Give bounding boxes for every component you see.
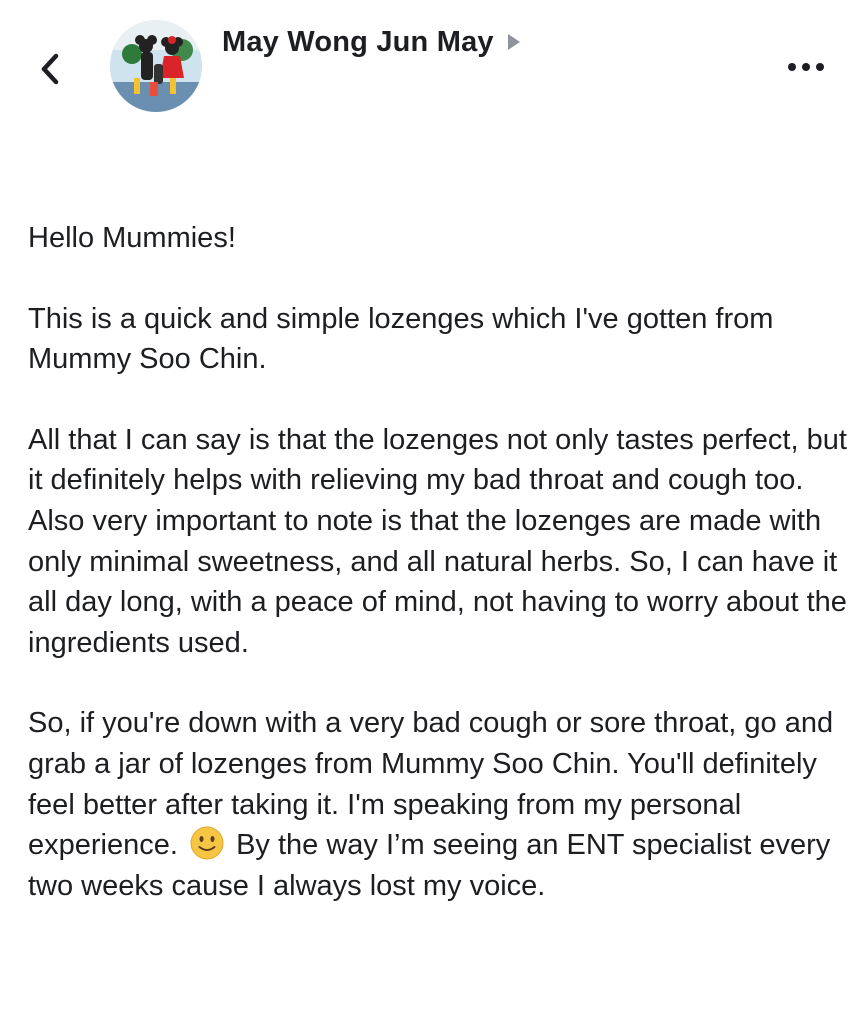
author-row: May Wong Jun May	[222, 22, 522, 62]
post-paragraph-2: All that I can say is that the lozenges …	[28, 423, 847, 659]
more-options-button[interactable]	[780, 52, 832, 82]
post-greeting: Hello Mummies!	[28, 222, 236, 254]
post-header: May Wong Jun May	[0, 0, 862, 140]
back-button[interactable]	[28, 42, 72, 96]
triangle-right-icon	[506, 32, 522, 52]
more-dots-icon	[788, 63, 824, 71]
profile-photo	[110, 20, 202, 112]
slightly-smiling-face-icon	[190, 826, 224, 860]
post-paragraph-1: This is a quick and simple lozenges whic…	[28, 302, 774, 376]
post-paragraph-3: So, if you're down with a very bad cough…	[28, 703, 848, 906]
chevron-left-icon	[41, 53, 59, 85]
avatar[interactable]	[110, 20, 202, 112]
post-body: Hello Mummies! This is a quick and simpl…	[28, 218, 848, 906]
author-name[interactable]: May Wong Jun May	[222, 26, 494, 59]
